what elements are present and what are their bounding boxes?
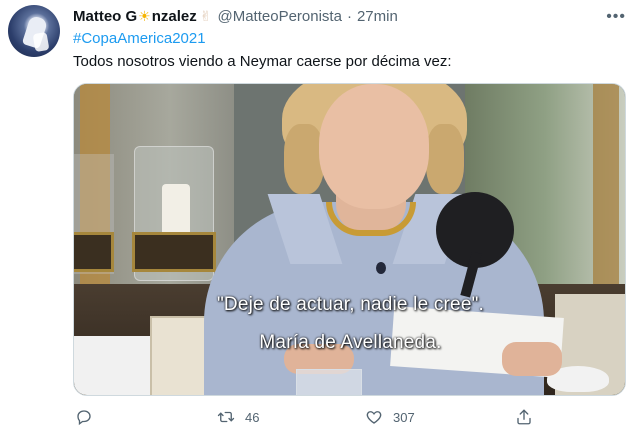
avatar[interactable] bbox=[8, 5, 60, 57]
tweet-timestamp[interactable]: 27min bbox=[357, 8, 398, 25]
like-button[interactable]: 307 bbox=[365, 405, 415, 429]
subtitle-line-2: María de Avellaneda. bbox=[259, 332, 442, 353]
victory-hand-emoji-icon: ✌ bbox=[199, 7, 212, 24]
retweet-button[interactable]: 46 bbox=[217, 405, 259, 429]
retweet-count: 46 bbox=[245, 409, 260, 425]
reply-button[interactable] bbox=[75, 405, 103, 429]
retweet-icon bbox=[217, 411, 235, 423]
tweet[interactable]: Matteo G☀nzalez ✌ @MatteoPeronista · 27m… bbox=[0, 0, 640, 439]
share-icon bbox=[517, 409, 531, 425]
sun-emoji-icon: ☀ bbox=[138, 7, 151, 24]
user-handle[interactable]: @MatteoPeronista bbox=[217, 8, 341, 25]
tweet-actions: 46 307 bbox=[73, 405, 626, 429]
subtitle-line-1: "Deje de actuar, nadie le cree". bbox=[216, 294, 485, 315]
share-button[interactable] bbox=[515, 405, 533, 429]
separator-dot: · bbox=[346, 7, 352, 25]
like-count: 307 bbox=[393, 409, 415, 425]
tweet-text: Todos nosotros viendo a Neymar caerse po… bbox=[73, 53, 452, 70]
more-options-icon[interactable]: ••• bbox=[606, 8, 626, 26]
reply-icon bbox=[77, 410, 91, 426]
media-image[interactable]: "Deje de actuar, nadie le cree". María d… bbox=[73, 83, 626, 396]
display-name[interactable]: Matteo G☀nzalez bbox=[73, 8, 197, 25]
tweet-header: Matteo G☀nzalez ✌ @MatteoPeronista · 27m… bbox=[73, 6, 398, 26]
heart-icon bbox=[366, 411, 382, 424]
hashtag-link[interactable]: #CopaAmerica2021 bbox=[73, 30, 206, 47]
